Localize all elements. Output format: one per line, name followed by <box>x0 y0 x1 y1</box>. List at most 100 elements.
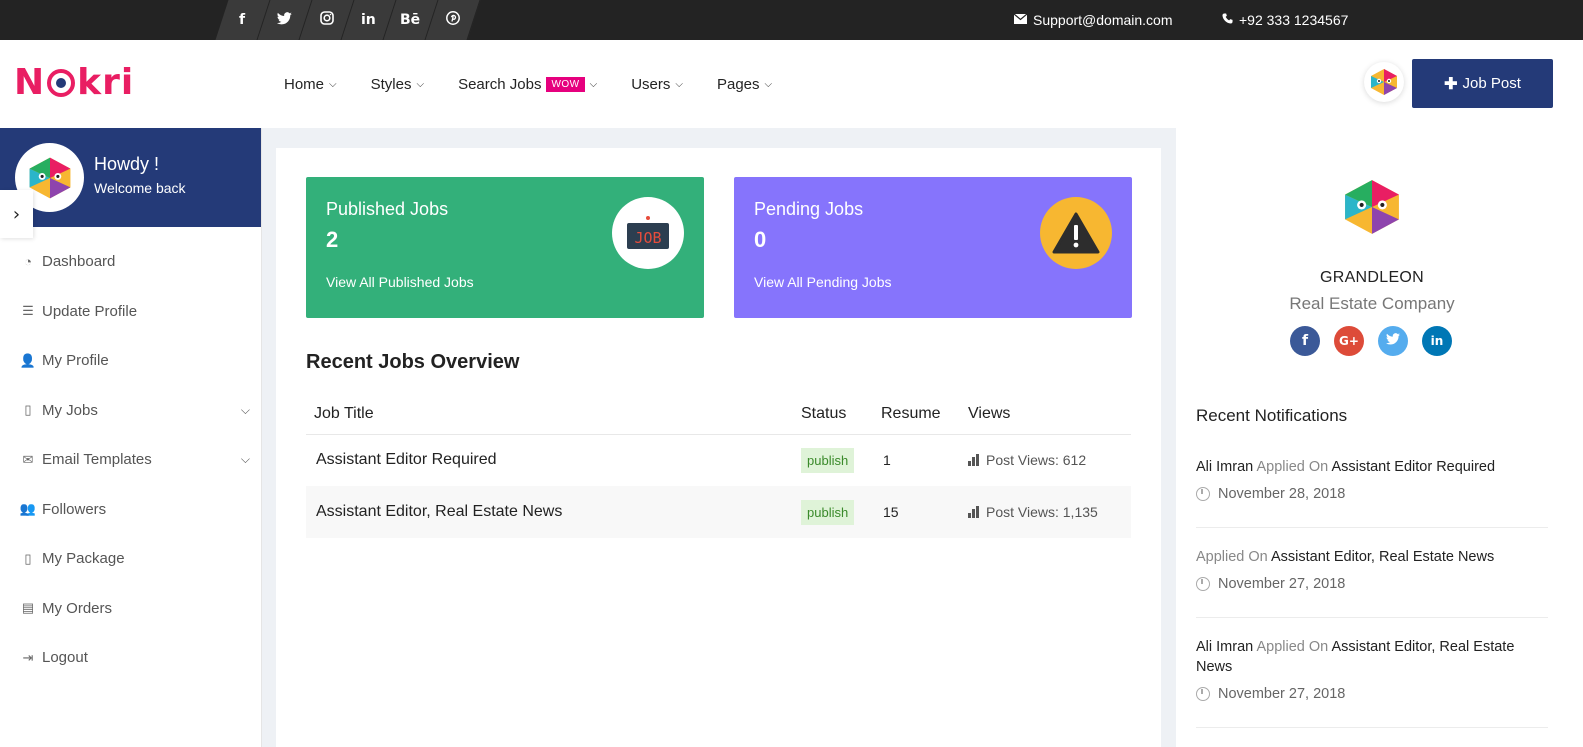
nav-users-label: Users <box>631 75 671 93</box>
nav-styles[interactable]: Styles ⌵ <box>371 76 424 93</box>
sidebar-item-email-templates[interactable]: ✉ Email Templates ⌵ <box>0 435 262 485</box>
notification-job-link[interactable]: Assistant Editor Required <box>1331 459 1495 475</box>
file-icon: ▯ <box>24 402 32 418</box>
nav-search-jobs-label: Search Jobs <box>458 75 542 93</box>
sign-out-icon: ⇥ <box>22 649 34 665</box>
facebook-icon: f <box>239 12 246 28</box>
view-all-published-link[interactable]: View All Published Jobs <box>326 274 474 290</box>
linkedin-icon: in <box>1430 334 1444 348</box>
view-all-pending-link[interactable]: View All Pending Jobs <box>754 274 892 290</box>
col-views: Views <box>968 394 1131 435</box>
chevron-down-icon: ⌵ <box>240 452 250 467</box>
company-logo-icon <box>1345 180 1399 234</box>
notification-date-text: November 27, 2018 <box>1218 576 1346 592</box>
user-avatar-button[interactable] <box>1364 62 1404 102</box>
support-email[interactable]: Support@domain.com <box>1013 0 1173 40</box>
sidebar-toggle-button[interactable]: › <box>0 190 33 238</box>
job-post-label: Job Post <box>1462 75 1521 92</box>
notification-item: Applied On Assistant Editor, Real Estate… <box>1196 547 1548 618</box>
notification-job-link[interactable]: Assistant Editor, Real Estate News <box>1271 549 1494 565</box>
job-title-link[interactable]: Assistant Editor, Real Estate News <box>306 486 801 538</box>
user-icon: 👤 <box>19 352 37 368</box>
facebook-icon: f <box>1301 333 1309 349</box>
nav-home-label: Home <box>284 75 325 93</box>
warning-icon <box>1040 197 1112 269</box>
pending-jobs-count: 0 <box>754 227 767 252</box>
job-title-link[interactable]: Assistant Editor Required <box>306 434 801 486</box>
sidebar-menu: ◔ Dashboard ☰ Update Profile 👤 My Profile ▯… <box>0 237 262 683</box>
nav-search-jobs[interactable]: Search Jobs WOW ⌵ <box>458 76 597 93</box>
list-icon: ☰ <box>22 303 34 319</box>
job-post-button[interactable]: ✚ Job Post <box>1412 59 1553 108</box>
resume-count: 15 <box>881 486 968 538</box>
post-views: Post Views: 612 <box>968 452 1131 468</box>
linkedin-button[interactable]: in <box>1422 326 1452 356</box>
envelope-icon <box>1013 13 1028 27</box>
chevron-down-icon: ⌵ <box>764 78 773 90</box>
pinterest-icon <box>445 11 460 29</box>
col-job-title: Job Title <box>306 394 801 435</box>
sidebar-item-update-profile[interactable]: ☰ Update Profile <box>0 287 262 337</box>
notification-text: Ali Imran Applied On Assistant Editor, R… <box>1196 637 1548 677</box>
company-panel: GRANDLEON Real Estate Company f G+ in Re… <box>1176 128 1583 747</box>
sidebar-item-followers[interactable]: 👥 Followers <box>0 485 262 535</box>
behance-icon: Bē <box>400 12 421 28</box>
sidebar-item-my-orders[interactable]: ▤ My Orders <box>0 584 262 634</box>
sidebar-item-label: Email Templates <box>42 451 152 469</box>
notification-action: Applied On <box>1256 639 1329 655</box>
job-sign-icon: JOB <box>612 197 684 269</box>
post-views-text: Post Views: 1,135 <box>986 504 1098 520</box>
facebook-button[interactable]: f <box>1290 326 1320 356</box>
chevron-right-icon: › <box>12 203 21 225</box>
nav-users[interactable]: Users ⌵ <box>631 76 683 93</box>
svg-text:JOB: JOB <box>634 229 661 247</box>
notification-action: Applied On <box>1256 459 1329 475</box>
twitter-button[interactable] <box>1378 326 1408 356</box>
google-plus-button[interactable]: G+ <box>1334 326 1364 356</box>
published-jobs-card: Published Jobs 2 View All Published Jobs… <box>306 177 704 318</box>
logo-text-left: N <box>14 62 46 103</box>
logo-avatar-o <box>47 68 76 97</box>
sidebar-item-my-profile[interactable]: 👤 My Profile <box>0 336 262 386</box>
chevron-down-icon: ⌵ <box>416 78 425 90</box>
linkedin-icon: in <box>361 12 376 28</box>
bar-chart-icon <box>968 454 980 467</box>
notification-user[interactable]: Ali Imran <box>1196 639 1253 655</box>
phone-icon <box>1222 13 1233 27</box>
envelope-icon: ✉ <box>22 451 34 467</box>
wow-badge: WOW <box>546 76 585 92</box>
sidebar-item-label: Dashboard <box>42 253 116 271</box>
clock-icon <box>1196 487 1210 501</box>
recent-jobs-table: Job Title Status Resume Views Assistant … <box>306 394 1131 538</box>
top-bar: f in Bē Support@domain.com +92 333 12345… <box>0 0 1583 40</box>
sidebar-item-label: My Jobs <box>42 401 98 419</box>
howdy-greeting: Howdy ! <box>94 154 160 174</box>
sidebar-item-logout[interactable]: ⇥ Logout <box>0 633 262 683</box>
sidebar-item-my-jobs[interactable]: ▯ My Jobs ⌵ <box>0 386 262 436</box>
nokri-logo[interactable]: Nkri <box>14 62 134 103</box>
nav-home[interactable]: Home ⌵ <box>284 76 337 93</box>
status-badge: publish <box>801 447 855 473</box>
sidebar-item-my-package[interactable]: ▯ My Package <box>0 534 262 584</box>
nav-pages[interactable]: Pages ⌵ <box>717 76 772 93</box>
chevron-down-icon: ⌵ <box>240 402 250 417</box>
twitter-icon <box>1386 333 1400 349</box>
status-badge: publish <box>801 499 855 525</box>
nav-styles-label: Styles <box>370 75 412 93</box>
phone-number-text: +92 333 1234567 <box>1239 12 1349 28</box>
notification-action: Applied On <box>1196 549 1268 565</box>
nav-pages-label: Pages <box>716 75 760 93</box>
google-plus-icon: G+ <box>1339 334 1359 348</box>
phone-number[interactable]: +92 333 1234567 <box>1222 0 1348 40</box>
main-nav: Home ⌵ Styles ⌵ Search Jobs WOW ⌵ Users ⌵ Pag… <box>284 40 806 128</box>
table-row: Assistant Editor Required publish 1 Post… <box>306 434 1131 486</box>
pending-jobs-card: Pending Jobs 0 View All Pending Jobs <box>734 177 1132 318</box>
notification-date: November 28, 2018 <box>1196 486 1548 502</box>
chevron-down-icon: ⌵ <box>589 78 598 90</box>
col-resume: Resume <box>881 394 968 435</box>
sidebar-item-dashboard[interactable]: ◔ Dashboard <box>0 237 262 287</box>
notification-user[interactable]: Ali Imran <box>1196 459 1253 475</box>
notification-date: November 27, 2018 <box>1196 576 1548 592</box>
post-views: Post Views: 1,135 <box>968 504 1131 520</box>
notification-date-text: November 27, 2018 <box>1218 686 1346 702</box>
